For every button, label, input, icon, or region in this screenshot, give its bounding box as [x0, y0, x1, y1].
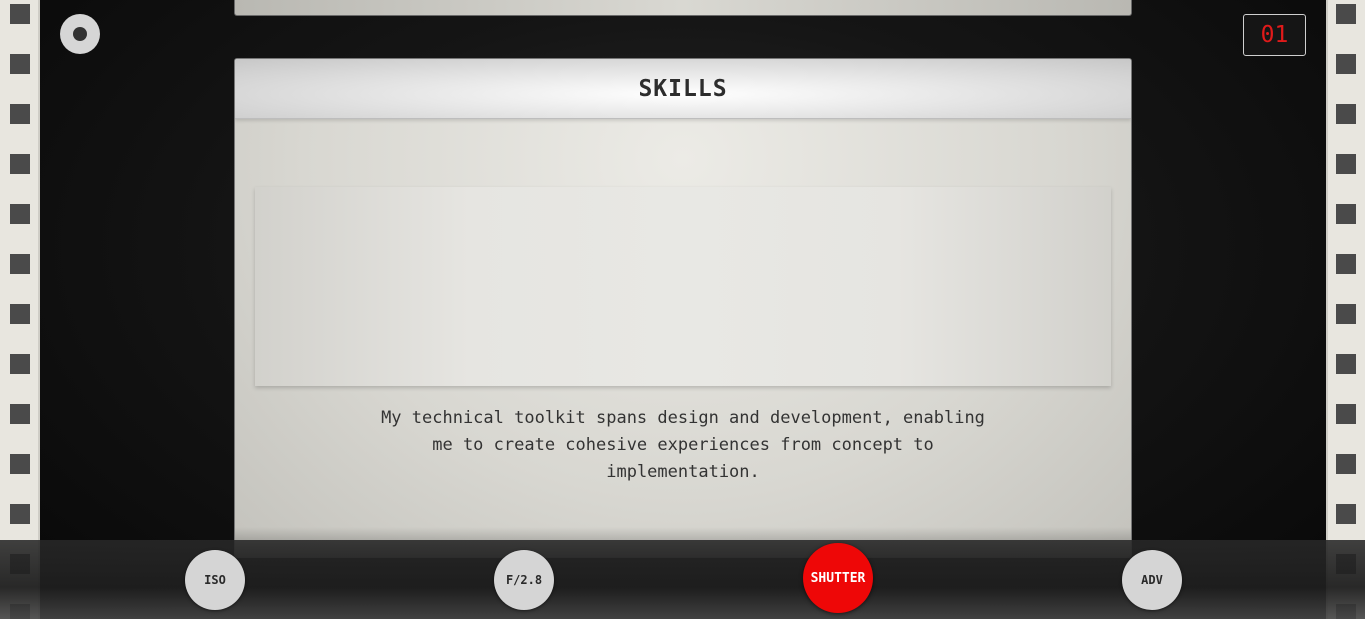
film-perforation: [10, 4, 30, 24]
record-dot-icon: [73, 27, 87, 41]
shutter-button[interactable]: SHUTTER: [803, 543, 873, 613]
film-perforation: [1336, 4, 1356, 24]
record-indicator-icon[interactable]: [60, 14, 100, 54]
film-perforation: [10, 54, 30, 74]
card-header: SKILLS: [235, 59, 1131, 119]
film-strip-left: [0, 0, 40, 619]
film-perforation: [10, 204, 30, 224]
film-perforation: [1336, 404, 1356, 424]
camera-control-bar: ISO F/2.8 SHUTTER ADV: [0, 540, 1365, 619]
film-perforation: [1336, 454, 1356, 474]
frame-counter: 01: [1243, 14, 1306, 56]
film-perforation: [1336, 54, 1356, 74]
film-perforation: [10, 354, 30, 374]
iso-button[interactable]: ISO: [185, 550, 245, 610]
section-description: My technical toolkit spans design and de…: [381, 408, 985, 482]
film-perforation: [1336, 254, 1356, 274]
film-perforation: [1336, 354, 1356, 374]
film-perforation: [10, 154, 30, 174]
skills-photo-frame: [255, 187, 1111, 386]
film-perforation: [10, 254, 30, 274]
film-perforation: [1336, 304, 1356, 324]
film-perforation: [1336, 154, 1356, 174]
film-perforation: [10, 454, 30, 474]
film-perforation: [10, 404, 30, 424]
aperture-button[interactable]: F/2.8: [494, 550, 554, 610]
film-perforation: [10, 304, 30, 324]
film-perforation: [10, 504, 30, 524]
film-perforation: [1336, 104, 1356, 124]
film-strip-right: [1326, 0, 1365, 619]
film-perforation: [1336, 504, 1356, 524]
film-perforation: [10, 104, 30, 124]
section-title: SKILLS: [638, 75, 728, 102]
previous-frame-card: [234, 0, 1132, 16]
film-perforation: [1336, 204, 1356, 224]
advance-button[interactable]: ADV: [1122, 550, 1182, 610]
skills-card: SKILLS My technical toolkit spans design…: [234, 58, 1132, 558]
